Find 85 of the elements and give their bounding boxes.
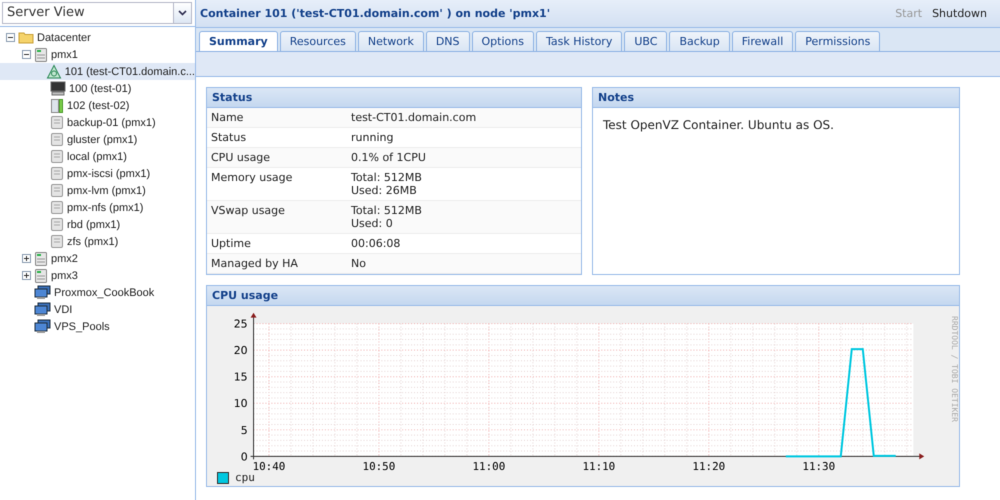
tab[interactable]: Summary bbox=[199, 31, 278, 51]
storage-icon bbox=[50, 132, 64, 147]
property-label: CPU usage bbox=[211, 151, 272, 164]
property-value: running bbox=[351, 131, 394, 144]
property-label: Uptime bbox=[211, 237, 252, 250]
notes-text: Test OpenVZ Container. Ubuntu as OS. bbox=[602, 117, 835, 134]
tree-item[interactable]: pmx-nfs (pmx1) bbox=[67, 202, 144, 214]
legend-label: cpu bbox=[235, 471, 255, 484]
property-label: Memory usage bbox=[211, 171, 294, 186]
y-tick-label: 20 bbox=[234, 344, 248, 358]
property-value: Total: 512MB Used: 0 bbox=[351, 204, 423, 230]
view-dropdown[interactable]: Server View bbox=[2, 2, 192, 24]
storage-icon bbox=[50, 166, 64, 181]
tree-item[interactable]: zfs (pmx1) bbox=[67, 236, 118, 248]
tab[interactable]: Resources bbox=[280, 31, 356, 51]
tab[interactable]: DNS bbox=[426, 31, 470, 51]
expand-icon[interactable] bbox=[22, 271, 31, 280]
x-tick-label: 10:40 bbox=[252, 460, 286, 471]
property-value: test-CT01.domain.com bbox=[351, 111, 478, 124]
tab[interactable]: Firewall bbox=[732, 31, 794, 51]
storage-icon bbox=[50, 217, 64, 232]
tab[interactable]: Network bbox=[358, 31, 424, 51]
tree-item[interactable]: pmx3 bbox=[51, 270, 78, 282]
y-tick-label: 25 bbox=[234, 318, 248, 331]
x-tick-label: 11:00 bbox=[472, 460, 506, 471]
tree-item[interactable]: Datacenter bbox=[37, 32, 91, 44]
panel-header: CPU usage bbox=[207, 286, 959, 306]
property-value: 0.1% of 1CPU bbox=[351, 151, 427, 164]
panel-title: Container 101 ('test-CT01.domain.com' ) on node 'pmx1' bbox=[200, 7, 552, 20]
storage-icon bbox=[50, 183, 64, 198]
tree-item[interactable]: backup-01 (pmx1) bbox=[67, 116, 156, 128]
tab[interactable]: Backup bbox=[669, 31, 730, 51]
storage-icon bbox=[50, 200, 64, 215]
tree-item[interactable]: pmx-lvm (pmx1) bbox=[67, 184, 146, 196]
action-button[interactable]: Shutdown bbox=[927, 7, 992, 20]
server-icon bbox=[34, 250, 48, 266]
chart-watermark: RRDTOOL / TOBI OETIKER bbox=[950, 316, 959, 424]
monitor-icon bbox=[50, 81, 66, 96]
panel-header: Status bbox=[207, 88, 581, 108]
property-label: Managed by HA bbox=[211, 257, 299, 270]
x-tick-label: 11:30 bbox=[802, 460, 836, 471]
tree-item[interactable]: 100 (test-01) bbox=[69, 82, 132, 94]
property-label: Status bbox=[211, 131, 248, 144]
y-tick-label: 0 bbox=[240, 450, 248, 464]
x-tick-label: 11:20 bbox=[692, 460, 726, 471]
computers-icon bbox=[34, 285, 51, 300]
panel-header: Notes bbox=[593, 88, 959, 108]
computers-icon bbox=[34, 302, 51, 317]
tree-item[interactable]: pmx1 bbox=[51, 48, 78, 60]
collapse-icon[interactable] bbox=[22, 50, 31, 59]
tab[interactable]: Task History bbox=[536, 31, 622, 51]
tree-item[interactable]: 102 (test-02) bbox=[67, 100, 130, 112]
tree-item[interactable]: pmx2 bbox=[51, 252, 78, 264]
template-icon bbox=[50, 98, 64, 114]
tab[interactable]: Options bbox=[472, 31, 534, 51]
tree-item[interactable]: Proxmox_CookBook bbox=[54, 286, 154, 298]
storage-icon bbox=[50, 115, 64, 130]
dropdown-caret-icon[interactable] bbox=[178, 10, 187, 16]
container-icon bbox=[46, 64, 62, 80]
storage-icon bbox=[50, 149, 64, 164]
tree-item[interactable]: gluster (pmx1) bbox=[67, 134, 138, 146]
tree-item[interactable]: local (pmx1) bbox=[67, 150, 127, 162]
tab[interactable]: Permissions bbox=[795, 31, 880, 51]
folder-icon bbox=[18, 31, 34, 44]
expand-icon[interactable] bbox=[22, 254, 31, 263]
y-tick-label: 5 bbox=[240, 424, 248, 437]
storage-icon bbox=[50, 234, 64, 249]
x-tick-label: 11:10 bbox=[582, 460, 616, 471]
property-label: VSwap usage bbox=[211, 204, 286, 219]
server-icon bbox=[34, 268, 48, 284]
computers-icon bbox=[34, 319, 51, 334]
property-value: No bbox=[351, 257, 367, 270]
server-icon bbox=[34, 46, 48, 62]
tree-item[interactable]: pmx-iscsi (pmx1) bbox=[67, 168, 150, 180]
property-value: 00:06:08 bbox=[351, 237, 402, 250]
collapse-icon[interactable] bbox=[6, 33, 15, 42]
y-tick-label: 15 bbox=[234, 370, 248, 384]
tab[interactable]: UBC bbox=[624, 31, 668, 51]
tree-item[interactable]: VPS_Pools bbox=[54, 320, 110, 332]
x-tick-label: 10:50 bbox=[362, 460, 396, 471]
y-tick-label: 10 bbox=[234, 397, 248, 410]
property-value: Total: 512MB Used: 26MB bbox=[351, 171, 423, 197]
property-label: Name bbox=[211, 111, 244, 124]
tree-item[interactable]: VDI bbox=[54, 304, 72, 316]
tree-item[interactable]: rbd (pmx1) bbox=[67, 218, 120, 230]
